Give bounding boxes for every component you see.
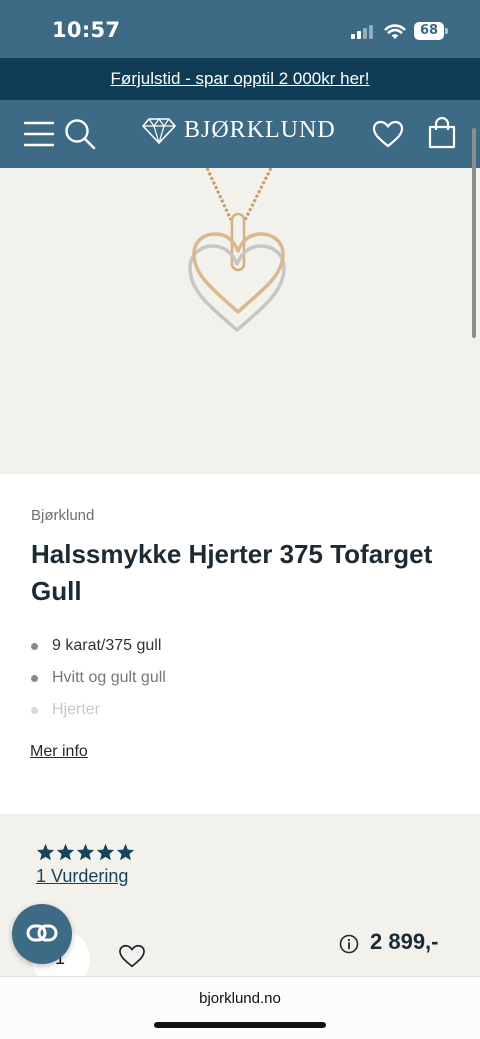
feature-item: Hjerter bbox=[31, 700, 166, 732]
search-icon[interactable] bbox=[64, 118, 96, 150]
product-image[interactable] bbox=[0, 168, 480, 474]
wishlist-heart-icon[interactable] bbox=[118, 944, 146, 968]
scrollbar[interactable] bbox=[472, 128, 476, 338]
more-info-link[interactable]: Mer info bbox=[30, 743, 88, 761]
wifi-icon bbox=[384, 24, 406, 39]
star-icon bbox=[36, 843, 55, 861]
product-price: 2 899,- bbox=[370, 929, 439, 954]
signal-icon bbox=[351, 25, 375, 39]
promo-banner: Førjulstid - spar opptil 2 000kr her! bbox=[0, 58, 480, 100]
home-indicator[interactable] bbox=[154, 1022, 326, 1028]
heart-pendant-image bbox=[188, 168, 286, 332]
cart-icon[interactable] bbox=[428, 117, 456, 149]
star-icon bbox=[96, 843, 115, 861]
feature-item: Hvitt og gult gull bbox=[31, 668, 166, 700]
logo-text: BJØRKLUND bbox=[184, 117, 336, 143]
heart-icon[interactable] bbox=[372, 120, 404, 148]
browser-url-bar[interactable] bbox=[0, 976, 480, 1039]
star-icon bbox=[56, 843, 75, 861]
info-icon[interactable] bbox=[339, 934, 359, 954]
product-brand: Bjørklund bbox=[31, 507, 95, 524]
diamond-logo-icon bbox=[142, 117, 176, 144]
star-icon bbox=[76, 843, 95, 861]
star-icon bbox=[116, 843, 135, 861]
feature-list: 9 karat/375 gull Hvitt og gult gull Hjer… bbox=[31, 636, 166, 732]
status-bar: 10:57 68 bbox=[0, 0, 480, 58]
status-time: 10:57 bbox=[52, 18, 121, 42]
menu-icon[interactable] bbox=[24, 120, 54, 148]
rating-stars bbox=[36, 843, 136, 861]
rating-link[interactable]: 1 Vurdering bbox=[36, 866, 128, 887]
feature-item: 9 karat/375 gull bbox=[31, 636, 166, 668]
browser-url[interactable]: bjorklund.no bbox=[0, 990, 480, 1007]
promo-link[interactable]: Førjulstid - spar opptil 2 000kr her! bbox=[111, 69, 370, 89]
site-logo[interactable]: BJØRKLUND bbox=[142, 117, 336, 144]
battery-level: 68 bbox=[419, 23, 439, 38]
battery-icon: 68 bbox=[414, 22, 448, 40]
chat-icon bbox=[26, 924, 58, 942]
chat-button[interactable] bbox=[12, 904, 72, 964]
product-title: Halssmykke Hjerter 375 Tofarget Gull bbox=[31, 539, 433, 606]
